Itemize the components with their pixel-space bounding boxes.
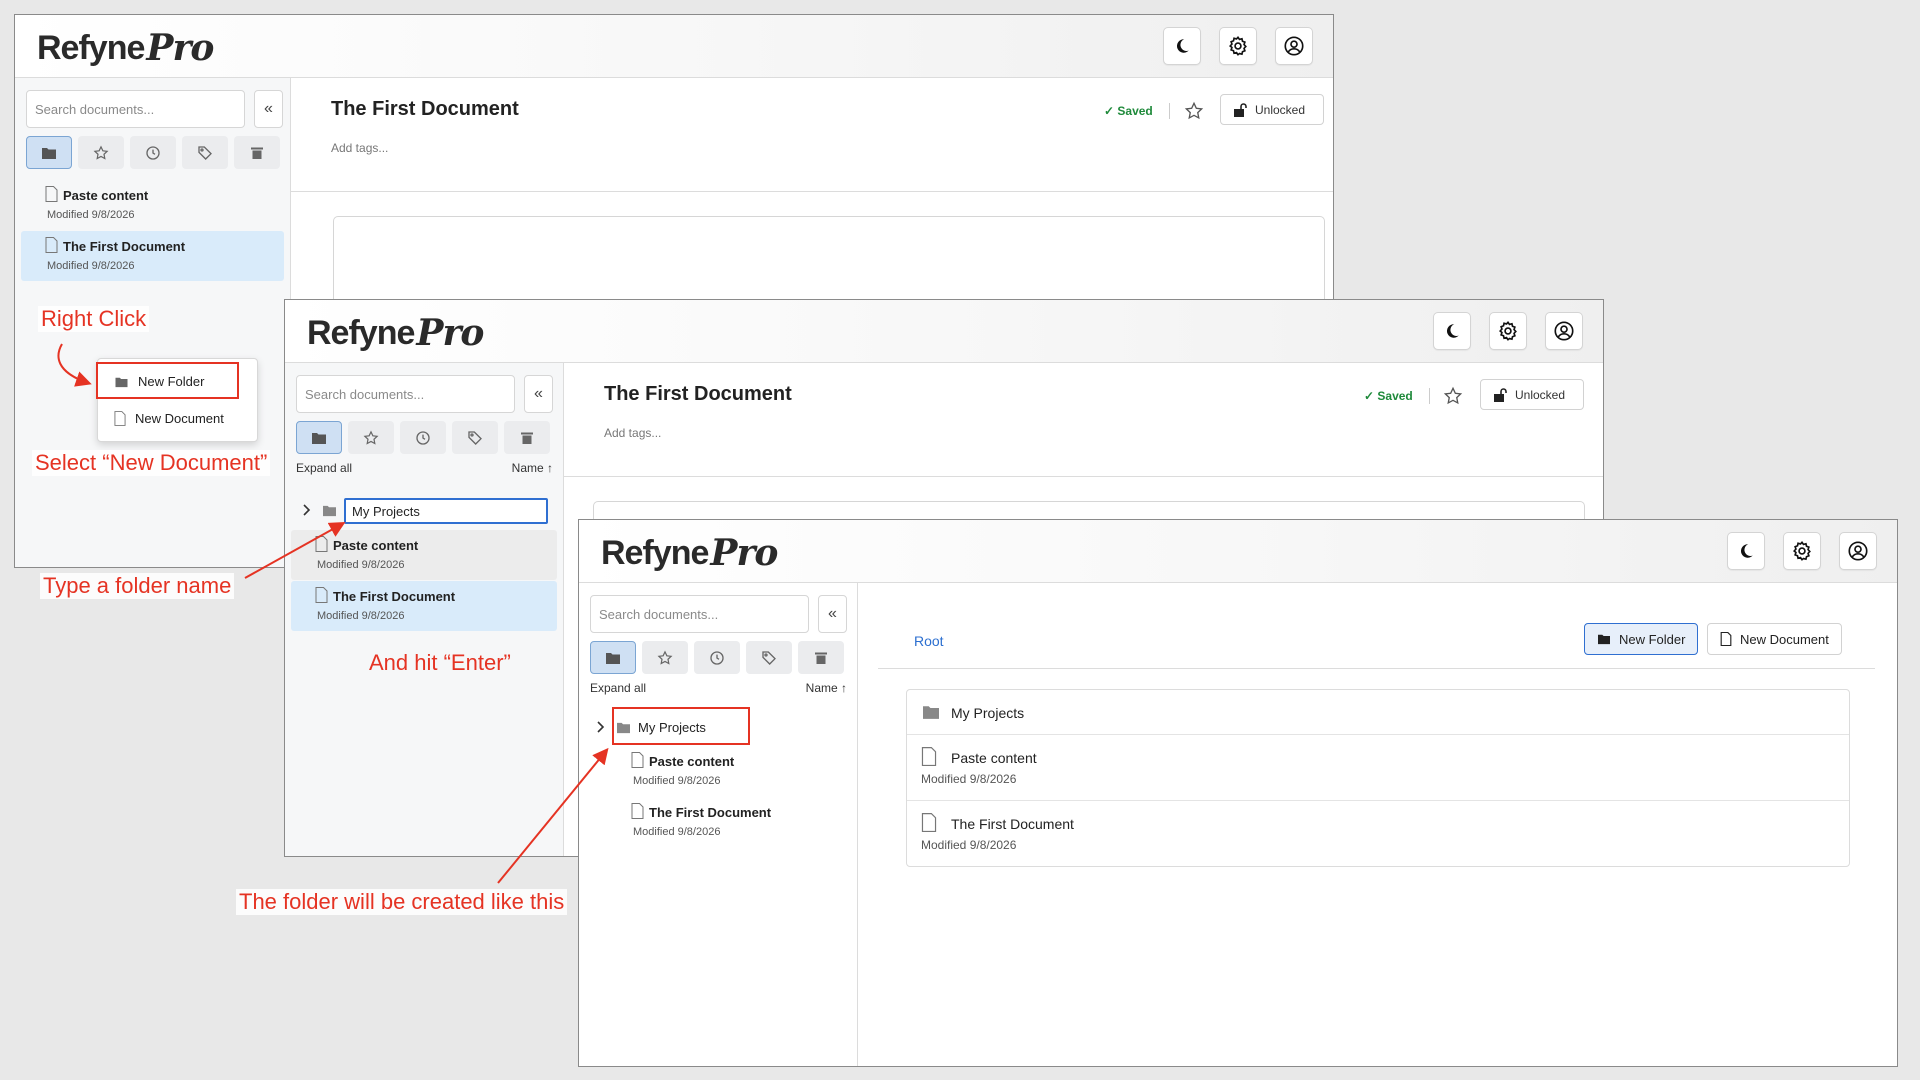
arrow-created (497, 747, 609, 884)
arrow-right-click (57, 343, 92, 387)
annotation-arrows (57, 343, 609, 884)
arrow-type-name (244, 522, 346, 579)
annotation-type-name: Type a folder name (40, 573, 235, 599)
annotation-hit-enter: And hit “Enter” (369, 650, 511, 675)
annotation-created: The folder will be created like this (236, 889, 568, 915)
annotation-select: Select “New Document” (32, 450, 271, 476)
annotation-right-click: Right Click (38, 306, 150, 332)
